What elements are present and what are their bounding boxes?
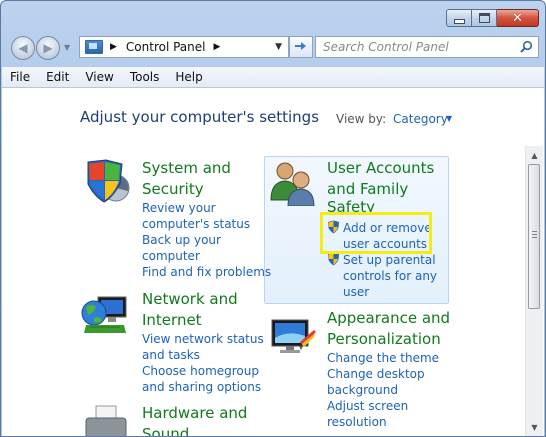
category-system-security: System and Security Review your computer… — [142, 158, 271, 280]
network-internet-title-line2[interactable]: Internet — [142, 310, 264, 331]
uac-shield-icon — [328, 252, 339, 266]
menu-bar: File Edit View Tools Help — [2, 67, 544, 88]
view-network-status-link[interactable]: View network status — [142, 331, 264, 347]
parental-controls-link-line2[interactable]: controls for any — [327, 268, 437, 284]
maximize-button[interactable] — [472, 9, 497, 27]
breadcrumb-separator-icon[interactable]: ▶ — [110, 42, 117, 52]
grip-line — [532, 231, 537, 232]
change-theme-link[interactable]: Change the theme — [327, 350, 450, 366]
highlight-annotation-box — [320, 212, 432, 254]
address-dropdown-icon[interactable]: ▼ — [275, 42, 282, 52]
scroll-up-button[interactable]: ▲ — [526, 148, 543, 162]
scroll-down-button[interactable]: ▼ — [526, 420, 543, 434]
forward-button[interactable]: ▶ — [36, 36, 60, 60]
vertical-scrollbar[interactable]: ▲ ▼ — [525, 146, 543, 436]
appearance-title[interactable]: Appearance and — [327, 308, 450, 329]
backup-link-line2[interactable]: computer — [142, 248, 271, 264]
breadcrumb-chevron-icon[interactable]: ▶ — [214, 42, 221, 52]
shield-computer-icon — [82, 158, 130, 209]
menu-help[interactable]: Help — [167, 70, 210, 84]
maximize-icon — [478, 13, 490, 23]
category-hardware-sound: Hardware and Sound — [142, 403, 247, 436]
homegroup-link[interactable]: Choose homegroup — [142, 363, 264, 379]
network-internet-title[interactable]: Network and — [142, 289, 264, 310]
change-background-link[interactable]: Change desktop — [327, 366, 450, 382]
parental-controls-text[interactable]: Set up parental — [343, 253, 436, 267]
back-arrow-icon: ◀ — [18, 41, 28, 55]
user-accounts-title-line3[interactable]: Safety — [327, 200, 434, 212]
hardware-sound-title-line2[interactable]: Sound — [142, 424, 247, 436]
view-by-chevron-icon[interactable]: ▼ — [446, 114, 452, 123]
forward-arrow-icon: ▶ — [43, 41, 53, 55]
find-fix-problems-link[interactable]: Find and fix problems — [142, 264, 271, 280]
user-accounts-title[interactable]: User Accounts — [327, 158, 434, 179]
menu-tools[interactable]: Tools — [122, 70, 168, 84]
grip-line — [532, 234, 537, 235]
review-status-link[interactable]: Review your — [142, 200, 271, 216]
page-title: Adjust your computer's settings — [80, 108, 320, 126]
search-icon[interactable] — [519, 40, 533, 54]
change-background-link-line2[interactable]: background — [327, 382, 450, 398]
address-bar[interactable]: ▶ Control Panel ▶ ▼ — [79, 36, 289, 58]
homegroup-link-line2[interactable]: and sharing options — [142, 379, 264, 395]
printer-icon — [82, 404, 130, 436]
menu-view[interactable]: View — [77, 70, 121, 84]
network-globe-icon — [80, 291, 130, 340]
review-status-link-line2[interactable]: computer's status — [142, 216, 271, 232]
breadcrumb-control-panel[interactable]: Control Panel — [126, 40, 206, 54]
appearance-title-line2[interactable]: Personalization — [327, 329, 450, 350]
minimize-button[interactable] — [446, 9, 472, 27]
backup-link[interactable]: Back up your — [142, 232, 271, 248]
view-network-status-link-line2[interactable]: and tasks — [142, 347, 264, 363]
system-security-title-line2[interactable]: Security — [142, 179, 271, 200]
appearance-display-icon — [268, 316, 318, 361]
back-button[interactable]: ◀ — [11, 36, 35, 60]
refresh-icon — [295, 42, 306, 50]
grip-line — [532, 237, 537, 238]
menu-file[interactable]: File — [2, 70, 38, 84]
adjust-resolution-link-line2[interactable]: resolution — [327, 414, 450, 430]
window-frame: ✕ ◀ ▶ ▼ ▶ Control Panel ▶ ▼ Search Contr… — [0, 0, 546, 437]
category-user-accounts: User Accounts and Family Safety — [327, 158, 434, 212]
navigation-bar: ◀ ▶ ▼ ▶ Control Panel ▶ ▼ Search Control… — [9, 35, 539, 61]
recent-pages-dropdown[interactable]: ▼ — [64, 43, 70, 52]
search-box[interactable]: Search Control Panel — [315, 36, 539, 58]
system-security-title[interactable]: System and — [142, 158, 271, 179]
minimize-icon — [453, 19, 465, 24]
adjust-resolution-link[interactable]: Adjust screen — [327, 398, 450, 414]
category-appearance: Appearance and Personalization Change th… — [327, 308, 450, 430]
control-panel-icon — [85, 40, 103, 54]
refresh-button[interactable] — [289, 36, 313, 58]
close-button[interactable]: ✕ — [497, 9, 539, 27]
view-by-dropdown[interactable]: Category — [393, 112, 448, 126]
caption-buttons: ✕ — [446, 9, 539, 27]
menu-edit[interactable]: Edit — [38, 70, 77, 84]
user-accounts-title-line2[interactable]: and Family — [327, 179, 434, 200]
parental-controls-link-line3[interactable]: user — [327, 284, 437, 300]
parental-controls-link[interactable]: Set up parental — [327, 252, 437, 268]
content-area: Adjust your computer's settings View by:… — [2, 88, 544, 436]
users-icon — [268, 160, 318, 209]
close-icon: ✕ — [512, 10, 523, 26]
scroll-thumb[interactable] — [528, 164, 540, 309]
search-input[interactable]: Search Control Panel — [323, 40, 449, 54]
view-by-label: View by: — [336, 112, 387, 126]
category-network-internet: Network and Internet View network status… — [142, 289, 264, 395]
hardware-sound-title[interactable]: Hardware and — [142, 403, 247, 424]
